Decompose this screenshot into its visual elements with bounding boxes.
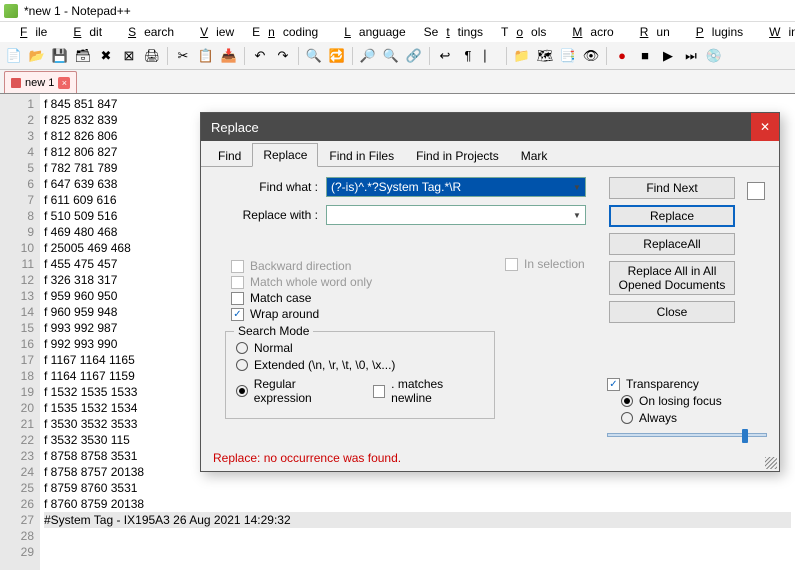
monitor-icon[interactable]: 👁 [581,46,601,66]
zoom-out-icon[interactable]: 🔍 [381,46,401,66]
document-tab-label: new 1 [25,77,54,89]
line-number-gutter: 1234567891011121314151617181920212223242… [0,94,40,570]
status-message: Replace: no occurrence was found. [201,447,779,471]
menu-macro[interactable]: Macro [556,23,621,41]
dialog-tabs: Find Replace Find in Files Find in Proje… [201,141,779,167]
replace-all-button[interactable]: Replace All [609,233,735,255]
close-all-icon[interactable]: ⊠ [119,46,139,66]
replace-dialog: Replace ✕ Find Replace Find in Files Fin… [200,112,780,472]
new-file-icon[interactable]: 📄 [4,46,24,66]
app-icon [4,4,18,18]
mode-extended-radio[interactable]: Extended (\n, \r, \t, \0, \x...) [236,358,484,372]
play-icon[interactable]: ▶ [658,46,678,66]
save-icon[interactable]: 💾 [50,46,70,66]
chevron-down-icon[interactable]: ▼ [570,179,584,195]
func-list-icon[interactable]: 📑 [558,46,578,66]
save-all-icon[interactable]: 🗃 [73,46,93,66]
indent-guide-icon[interactable]: ⎸ [481,46,501,66]
stop-icon[interactable]: ■ [635,46,655,66]
find-icon[interactable]: 🔍 [304,46,324,66]
redo-icon[interactable]: ↷ [273,46,293,66]
folder-icon[interactable]: 📁 [512,46,532,66]
document-tabbar: new 1 × [0,70,795,94]
menu-run[interactable]: Run [624,23,678,41]
dialog-close-button[interactable]: ✕ [751,113,779,141]
match-case-checkbox[interactable]: Match case [231,291,471,305]
replace-button[interactable]: Replace [609,205,735,227]
window-title: *new 1 - Notepad++ [24,4,131,18]
copy-icon[interactable]: 📋 [196,46,216,66]
menu-settings[interactable]: Settings [416,23,491,41]
replace-all-opened-button[interactable]: Replace All in All Opened Documents [609,261,735,295]
transparency-slider[interactable] [607,433,767,437]
document-tab[interactable]: new 1 × [4,71,77,93]
paste-icon[interactable]: 📥 [219,46,239,66]
print-icon[interactable]: 🖨 [142,46,162,66]
menu-window[interactable]: Window [753,23,795,41]
dialog-title: Replace [211,120,259,135]
undo-icon[interactable]: ↶ [250,46,270,66]
doc-map-icon[interactable]: 🗺 [535,46,555,66]
in-selection-checkbox: In selection [505,257,585,271]
transparency-checkbox[interactable]: ✓Transparency [607,377,767,391]
replace-icon[interactable]: 🔁 [327,46,347,66]
menu-search[interactable]: Search [112,23,182,41]
whole-word-checkbox: Match whole word only [231,275,471,289]
menu-encoding[interactable]: Encoding [244,23,326,41]
mode-normal-radio[interactable]: Normal [236,341,484,355]
menu-view[interactable]: View [184,23,242,41]
resize-grip-icon[interactable] [765,457,777,469]
backward-checkbox: Backward direction [231,259,471,273]
dialog-titlebar[interactable]: Replace ✕ [201,113,779,141]
window-titlebar: *new 1 - Notepad++ [0,0,795,22]
menubar: File Edit Search View Encoding Language … [0,22,795,42]
tab-close-icon[interactable]: × [58,77,70,89]
mode-regex-radio[interactable]: Regular expression . matches newline [236,375,484,407]
tab-replace[interactable]: Replace [252,143,318,167]
close-icon[interactable]: ✖ [96,46,116,66]
find-next-button[interactable]: Find Next [609,177,735,199]
tab-find-in-projects[interactable]: Find in Projects [405,144,510,167]
transparency-on-losing-radio[interactable]: On losing focus [621,394,767,408]
menu-edit[interactable]: Edit [57,23,110,41]
transparency-always-radio[interactable]: Always [621,411,767,425]
modified-doc-icon [11,78,21,88]
find-what-input[interactable] [326,177,586,197]
find-what-label: Find what : [213,180,318,194]
find-next-toggle[interactable] [747,182,765,200]
dot-newline-checkbox[interactable]: . matches newline [373,377,484,405]
cut-icon[interactable]: ✂ [173,46,193,66]
play-multi-icon[interactable]: ⏭ [681,46,701,66]
record-icon[interactable]: ● [612,46,632,66]
wrap-icon[interactable]: ↩ [435,46,455,66]
zoom-in-icon[interactable]: 🔎 [358,46,378,66]
tab-find-in-files[interactable]: Find in Files [318,144,405,167]
tab-find[interactable]: Find [207,144,252,167]
toolbar: 📄 📂 💾 🗃 ✖ ⊠ 🖨 ✂ 📋 📥 ↶ ↷ 🔍 🔁 🔎 🔍 🔗 ↩ ¶ ⎸ … [0,42,795,70]
menu-plugins[interactable]: Plugins [680,23,751,41]
replace-with-label: Replace with : [213,208,318,222]
menu-tools[interactable]: Tools [493,23,554,41]
menu-file[interactable]: File [4,23,55,41]
wrap-around-checkbox[interactable]: ✓Wrap around [231,307,471,321]
search-mode-legend: Search Mode [234,324,313,338]
menu-language[interactable]: Language [328,23,413,41]
hidden-chars-icon[interactable]: ¶ [458,46,478,66]
tab-mark[interactable]: Mark [510,144,559,167]
open-file-icon[interactable]: 📂 [27,46,47,66]
chevron-down-icon[interactable]: ▼ [570,207,584,223]
save-macro-icon[interactable]: 💿 [704,46,724,66]
sync-icon[interactable]: 🔗 [404,46,424,66]
close-button[interactable]: Close [609,301,735,323]
replace-with-input[interactable] [326,205,586,225]
